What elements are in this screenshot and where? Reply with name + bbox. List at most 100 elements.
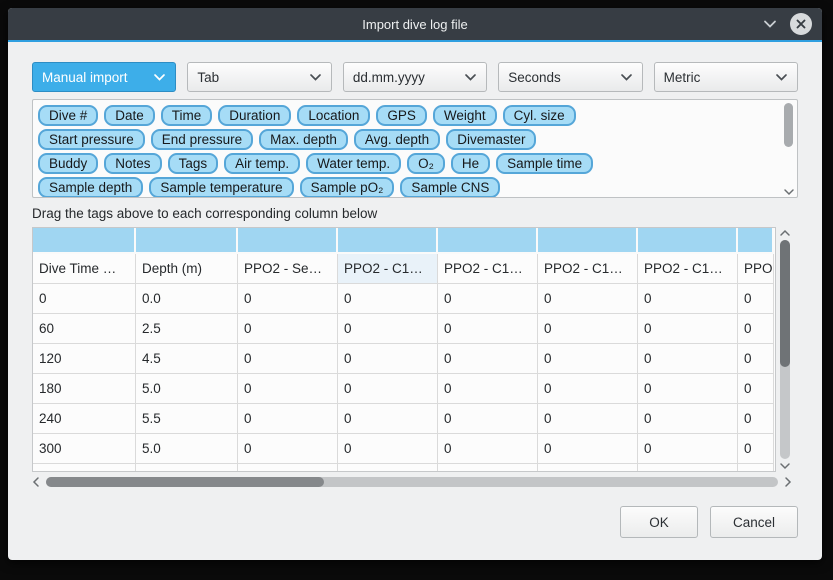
table-cell: 0: [338, 344, 438, 374]
tag-max-depth[interactable]: Max. depth: [259, 129, 348, 150]
import-mode-select[interactable]: Manual import: [32, 62, 176, 92]
table-cell: 0: [638, 344, 738, 374]
cancel-button[interactable]: Cancel: [710, 506, 798, 538]
column-header[interactable]: Depth (m): [136, 254, 238, 284]
tag-buddy[interactable]: Buddy: [38, 153, 98, 174]
tag-air-temp[interactable]: Air temp.: [224, 153, 300, 174]
column-drop-target[interactable]: [338, 228, 438, 254]
column-drop-target[interactable]: [638, 228, 738, 254]
table-cell: 0: [338, 314, 438, 344]
table-hscroll-thumb[interactable]: [46, 477, 324, 487]
tag-row: Buddy Notes TagsAir temp. Water temp. O₂ He Sa…: [38, 153, 781, 174]
scroll-down-icon[interactable]: [783, 188, 795, 196]
column-header[interactable]: Dive Time …: [33, 254, 136, 284]
table-cell: [538, 464, 638, 471]
screen: Import dive log file Manual import Tab: [0, 0, 833, 580]
column-header[interactable]: PPO2 - Se…: [238, 254, 338, 284]
table-cell: 0: [538, 374, 638, 404]
tag-water-temp[interactable]: Water temp.: [306, 153, 401, 174]
column-drop-target[interactable]: [538, 228, 638, 254]
column-header[interactable]: PPO2 - C1…: [538, 254, 638, 284]
close-button[interactable]: [790, 13, 812, 35]
scroll-up-icon[interactable]: [779, 229, 791, 237]
titlebar[interactable]: Import dive log file: [8, 8, 822, 42]
window-title: Import dive log file: [362, 17, 468, 32]
column-drop-target[interactable]: [238, 228, 338, 254]
tag-time[interactable]: Time: [161, 105, 213, 126]
duration-format-select[interactable]: Seconds: [498, 62, 642, 92]
table-row: 602.5000000: [33, 314, 775, 344]
column-drop-target[interactable]: [33, 228, 136, 254]
drag-hint-label: Drag the tags above to each correspondin…: [32, 206, 798, 221]
scroll-right-icon[interactable]: [784, 476, 792, 488]
tag-sample-time[interactable]: Sample time: [496, 153, 593, 174]
tag-o[interactable]: O₂: [407, 153, 445, 174]
scroll-left-icon[interactable]: [32, 476, 40, 488]
tag-gps[interactable]: GPS: [376, 105, 427, 126]
table-cell: 0: [738, 284, 774, 314]
field-separator-value: Tab: [197, 70, 308, 85]
date-format-value: dd.mm.yyyy: [353, 70, 464, 85]
chevron-down-icon: [153, 73, 166, 82]
tag-date[interactable]: Date: [104, 105, 155, 126]
table-cell: 5.0: [136, 434, 238, 464]
table-cell: 0: [738, 374, 774, 404]
tag-tags[interactable]: Tags: [168, 153, 219, 174]
table-vertical-scrollbar[interactable]: [776, 227, 794, 472]
table-cell: 0: [538, 314, 638, 344]
close-icon: [795, 18, 807, 30]
scroll-down-icon[interactable]: [779, 462, 791, 470]
table-cell: 0: [738, 404, 774, 434]
tag-he[interactable]: He: [451, 153, 490, 174]
table-cell: 4.5: [136, 344, 238, 374]
column-drop-target[interactable]: [438, 228, 538, 254]
tag-duration[interactable]: Duration: [218, 105, 291, 126]
table-hscroll-track[interactable]: [46, 477, 778, 487]
table-vscroll-thumb[interactable]: [780, 240, 790, 367]
units-select[interactable]: Metric: [654, 62, 798, 92]
tag-dive[interactable]: Dive #: [38, 105, 98, 126]
table-vscroll-track[interactable]: [780, 240, 790, 459]
table-cell: 0: [338, 374, 438, 404]
table-cell: 2.5: [136, 314, 238, 344]
tag-cyl-size[interactable]: Cyl. size: [503, 105, 576, 126]
table-cell: 0: [33, 284, 136, 314]
table-cell: [136, 464, 238, 471]
table-horizontal-scrollbar[interactable]: [32, 474, 792, 490]
dialog-buttons: OK Cancel: [32, 506, 798, 538]
field-separator-select[interactable]: Tab: [187, 62, 331, 92]
tag-avg-depth[interactable]: Avg. depth: [354, 129, 440, 150]
tag-sample-depth[interactable]: Sample depth: [38, 177, 143, 198]
table-cell: 240: [33, 404, 136, 434]
tag-sample-po[interactable]: Sample pO₂: [300, 177, 395, 198]
column-header[interactable]: PPO2 - C1…: [438, 254, 538, 284]
column-drop-target[interactable]: [738, 228, 774, 254]
table-cell: 0: [638, 314, 738, 344]
shade-chevron-down-icon[interactable]: [762, 19, 778, 29]
column-header[interactable]: PPO2 - C1…: [638, 254, 738, 284]
tags-scrollbar-thumb[interactable]: [784, 103, 793, 147]
tag-location[interactable]: Location: [297, 105, 370, 126]
table-row: 1805.0000000: [33, 374, 775, 404]
tag-notes[interactable]: Notes: [104, 153, 161, 174]
tag-sample-temperature[interactable]: Sample temperature: [149, 177, 293, 198]
ok-button[interactable]: OK: [620, 506, 698, 538]
date-format-select[interactable]: dd.mm.yyyy: [343, 62, 487, 92]
tag-sample-cns[interactable]: Sample CNS: [400, 177, 500, 198]
tags-scrollbar[interactable]: [781, 101, 796, 196]
tag-weight[interactable]: Weight: [433, 105, 497, 126]
tag-start-pressure[interactable]: Start pressure: [38, 129, 145, 150]
table-cell: 0: [738, 434, 774, 464]
table-cell: 0: [438, 344, 538, 374]
column-header[interactable]: PPO2 - C1…: [338, 254, 438, 284]
tag-divemaster[interactable]: Divemaster: [446, 129, 536, 150]
column-header[interactable]: PPO2 - C1…: [738, 254, 774, 284]
import-options-row: Manual import Tab dd.mm.yyyy Seconds Met…: [32, 62, 798, 92]
units-value: Metric: [664, 70, 775, 85]
tag-end-pressure[interactable]: End pressure: [151, 129, 253, 150]
import-dive-log-dialog: Import dive log file Manual import Tab: [8, 8, 822, 560]
column-drop-target[interactable]: [136, 228, 238, 254]
table-cell: 0: [638, 434, 738, 464]
table-cell: 0: [638, 284, 738, 314]
table-cell: 0: [638, 404, 738, 434]
